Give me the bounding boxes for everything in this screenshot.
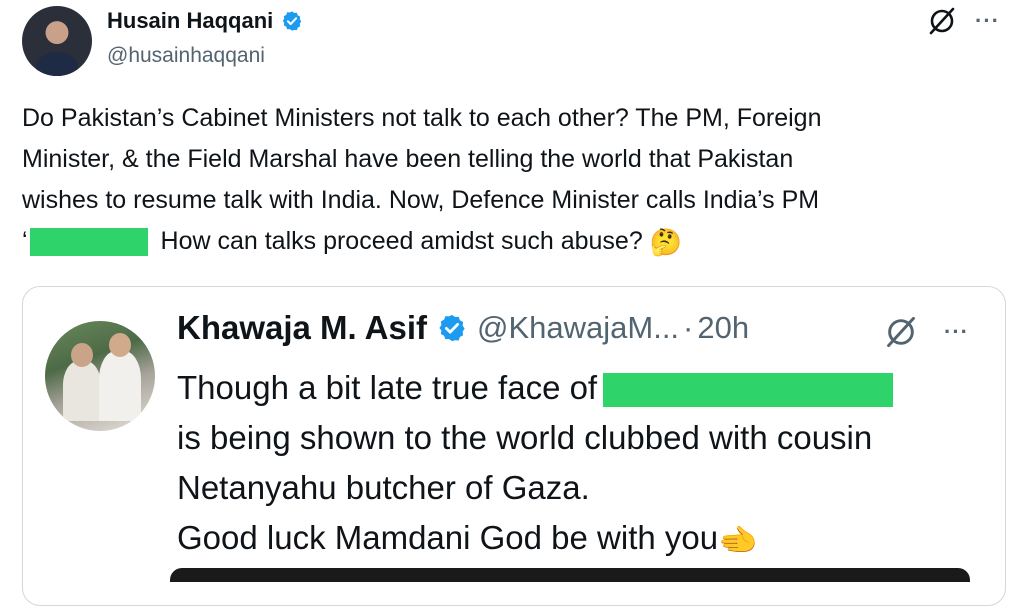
author-handle[interactable]: @husainhaqqani <box>107 44 265 68</box>
author-avatar[interactable] <box>22 6 92 76</box>
more-icon[interactable]: ··· <box>944 319 969 345</box>
quoted-text: Though a bit late true face of is being … <box>177 363 894 565</box>
tweet-text-tail: How can talks proceed amidst such abuse? <box>160 227 643 255</box>
quoted-author-avatar[interactable] <box>45 321 155 431</box>
tweet-text: Do Pakistan’s Cabinet Ministers not talk… <box>22 98 1002 263</box>
redaction-bar <box>29 228 148 257</box>
verified-badge-icon <box>282 11 302 31</box>
pointing-hand-emoji-icon: 🫲 <box>718 522 758 559</box>
quoted-text-line: Though a bit late true face of <box>177 363 894 413</box>
grok-icon[interactable] <box>927 6 957 36</box>
quoted-text-line: Netanyahu butcher of Gaza. <box>177 469 590 506</box>
redaction-bar <box>603 373 894 408</box>
tweet-text-line: wishes to resume talk with India. Now, D… <box>22 186 820 214</box>
quoted-media-preview[interactable] <box>170 568 970 582</box>
quoted-text-fragment: Good luck Mamdani God be with you <box>177 519 719 556</box>
quoted-author-handle[interactable]: @KhawajaM... <box>477 310 679 346</box>
meta-separator: · <box>683 310 694 345</box>
quoted-text-fragment: Though a bit late true face of <box>177 369 598 406</box>
tweet-text-line-last: ‘ How can talks proceed amidst such abus… <box>22 221 1002 263</box>
author-name-row: Husain Haqqani <box>107 8 303 34</box>
quote-mark: ‘ <box>22 227 28 255</box>
tweet-text-line: Minister, & the Field Marshal have been … <box>22 145 794 173</box>
quoted-author-name[interactable]: Khawaja M. Asif <box>177 309 427 347</box>
quoted-text-line: Good luck Mamdani God be with you🫲 <box>177 513 893 565</box>
tweet-actions-top: ··· <box>927 6 1000 36</box>
quoted-header: Khawaja M. Asif @KhawajaM... · 20h <box>177 309 749 347</box>
tweet-text-line: Do Pakistan’s Cabinet Ministers not talk… <box>22 104 822 132</box>
verified-badge-icon <box>439 314 465 342</box>
thinking-emoji-icon: 🤔 <box>649 226 683 257</box>
more-icon[interactable]: ··· <box>975 8 1000 34</box>
author-name[interactable]: Husain Haqqani <box>107 8 273 34</box>
quoted-text-line: is being shown to the world clubbed with… <box>177 419 873 456</box>
grok-icon[interactable] <box>884 315 918 349</box>
quoted-timestamp[interactable]: 20h <box>697 310 749 346</box>
quoted-actions-top: ··· <box>884 315 969 349</box>
quoted-tweet-card[interactable]: Khawaja M. Asif @KhawajaM... · 20h ··· T… <box>22 286 1006 606</box>
